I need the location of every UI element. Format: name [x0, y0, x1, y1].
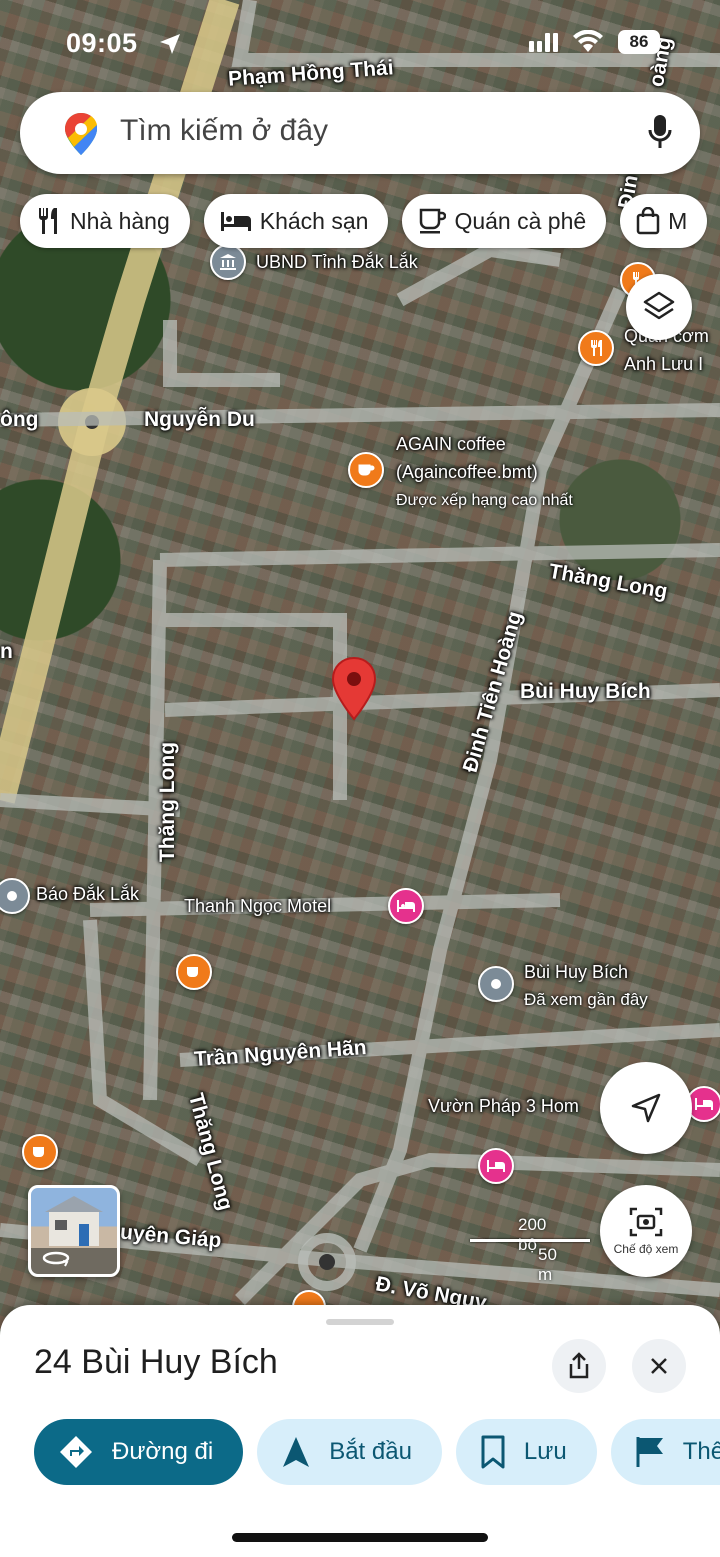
street-label-nguyen-du: Nguyễn Du [144, 408, 255, 431]
battery-indicator: 86 [618, 30, 660, 54]
bookmark-icon [481, 1435, 505, 1469]
chip-shopping[interactable]: M [620, 194, 708, 248]
place-sublabel-top-rated: Được xếp hạng cao nhất [396, 492, 573, 509]
microphone-icon[interactable] [648, 114, 672, 150]
wifi-icon [573, 30, 603, 52]
location-arrow-icon [160, 34, 180, 54]
fork-knife-icon [39, 208, 57, 234]
scale-bar [470, 1239, 590, 1242]
coffee-cup-icon [420, 208, 447, 234]
street-label-n: n [0, 640, 13, 663]
cafe-poi-icon[interactable] [348, 452, 384, 488]
place-label-ubnd[interactable]: UBND Tỉnh Đắk Lắk [256, 252, 418, 273]
status-right: 86 [528, 30, 660, 54]
chip-hotels[interactable]: Khách sạn [203, 194, 389, 248]
hotel-poi-icon[interactable] [388, 888, 424, 924]
drag-handle[interactable] [326, 1319, 394, 1325]
place-label-bui-huy-bich[interactable]: Bùi Huy Bích [524, 962, 628, 983]
chip-shopping-label: M [668, 207, 688, 234]
chip-coffee[interactable]: Quán cà phê [402, 194, 607, 248]
shopping-bag-icon [636, 207, 660, 235]
street-label-ong: ông [0, 408, 39, 431]
status-bar: 09:05 86 [0, 24, 720, 64]
location-pin-icon[interactable] [330, 656, 378, 722]
start-button[interactable]: Bắt đầu [257, 1419, 442, 1485]
recent-place-poi-icon[interactable] [478, 966, 514, 1002]
close-button[interactable] [632, 1339, 686, 1393]
directions-icon [60, 1436, 92, 1468]
view-mode-label: Chế độ xem [613, 1242, 679, 1256]
status-time: 09:05 [66, 28, 138, 58]
add-label-button[interactable]: Thê [610, 1419, 720, 1485]
place-label-again-coffee[interactable]: AGAIN coffee [396, 434, 506, 455]
save-label: Lưu [523, 1438, 567, 1465]
close-icon [651, 1358, 667, 1374]
cellular-signal-icon [529, 33, 558, 52]
place-label-bao-dak-lak[interactable]: Báo Đắk Lắk [36, 884, 139, 905]
add-label-text: Thê [682, 1438, 720, 1465]
google-maps-logo-icon [65, 113, 97, 155]
scale-meters: 50 m [538, 1245, 557, 1284]
directions-label: Đường đi [112, 1438, 214, 1465]
action-buttons: Đường đi Bắt đầu Lưu Thê [34, 1419, 720, 1485]
chip-restaurants[interactable]: Nhà hàng [20, 194, 190, 248]
flag-icon [636, 1437, 663, 1467]
place-label-vuon-phap[interactable]: Vườn Pháp 3 Hom [428, 1096, 579, 1117]
chip-hotels-label: Khách sạn [259, 207, 369, 234]
camera-scan-icon [629, 1207, 663, 1237]
category-chips: Nhà hàng Khách sạn Quán cà phê M [20, 194, 708, 248]
chip-coffee-label: Quán cà phê [454, 207, 587, 234]
layers-icon [643, 291, 675, 320]
home-indicator[interactable] [232, 1533, 488, 1542]
search-bar[interactable]: Tìm kiếm ở đây [20, 92, 700, 174]
start-label: Bắt đầu [329, 1438, 412, 1465]
navigation-arrow-icon [283, 1437, 310, 1467]
layers-button[interactable] [626, 274, 692, 340]
place-bottom-sheet[interactable]: 24 Bùi Huy Bích Đường đi Bắt đầu Lưu Thê [0, 1305, 720, 1557]
place-label-thanh-ngoc-motel[interactable]: Thanh Ngọc Motel [184, 896, 331, 917]
navigation-arrow-outline-icon [631, 1093, 661, 1123]
hotel-poi-icon-2[interactable] [478, 1148, 514, 1184]
cafe-poi-icon-2[interactable] [176, 954, 212, 990]
government-poi-icon[interactable] [210, 244, 246, 280]
place-label-anh-luu-text[interactable]: Anh Lưu I [624, 354, 703, 375]
search-input[interactable]: Tìm kiếm ở đây [120, 114, 328, 148]
view-mode-button[interactable]: Chế độ xem [600, 1185, 692, 1277]
share-button[interactable] [552, 1339, 606, 1393]
street-view-thumbnail[interactable] [28, 1185, 120, 1277]
save-button[interactable]: Lưu [455, 1419, 597, 1485]
place-label-againcoffee-bmt[interactable]: (Againcoffee.bmt) [396, 462, 538, 483]
place-title: 24 Bùi Huy Bích [34, 1343, 278, 1381]
restaurant-poi-icon[interactable] [578, 330, 614, 366]
rotate-360-icon [42, 1251, 70, 1267]
place-sublabel-recently-viewed: Đã xem gần đây [524, 990, 648, 1009]
street-label-bui-huy-bich: Bùi Huy Bích [520, 680, 651, 703]
cafe-poi-icon-3[interactable] [22, 1134, 58, 1170]
chip-restaurants-label: Nhà hàng [70, 207, 170, 234]
my-location-button[interactable] [600, 1062, 692, 1154]
share-icon [569, 1352, 589, 1379]
bed-icon [220, 212, 251, 231]
directions-button[interactable]: Đường đi [34, 1419, 244, 1485]
street-label-thang-long-vertical: Thăng Long [156, 741, 180, 863]
